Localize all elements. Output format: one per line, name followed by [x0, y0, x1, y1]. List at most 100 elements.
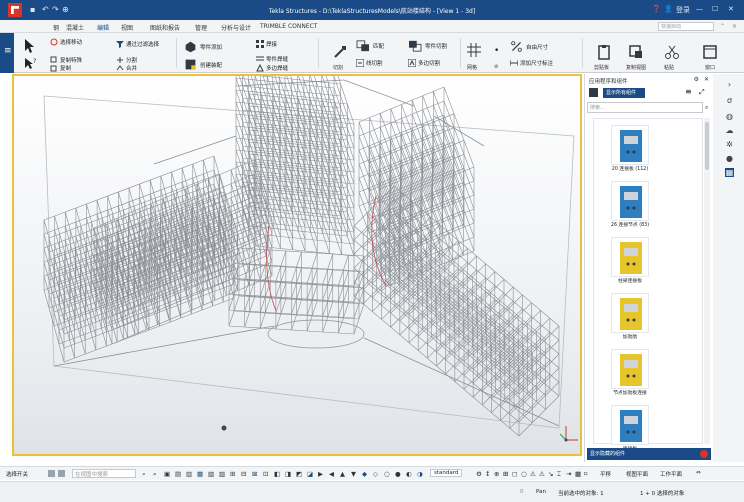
close-button[interactable]: ✕ — [728, 5, 734, 13]
snap-tool-toggle[interactable]: ⊞ — [503, 470, 508, 478]
tab-steel[interactable]: 钢 — [53, 23, 59, 32]
selection-filter-toggle[interactable]: ▨ — [219, 470, 225, 478]
snap-tool-toggle[interactable]: ⌑ — [584, 470, 587, 478]
selection-filter-toggle[interactable]: ◨ — [285, 470, 291, 478]
component-item[interactable]: 20 连接板 (112) — [598, 125, 662, 173]
tab-trimble-connect[interactable]: TRIMBLE CONNECT — [260, 23, 317, 30]
select-arrow-icon[interactable] — [22, 38, 38, 54]
selection-filter-toggle[interactable]: ⌕ — [153, 470, 157, 479]
snap-tool-toggle[interactable]: ⌶ — [557, 470, 561, 479]
sign-in-link[interactable]: 登录 — [676, 5, 690, 15]
show-all-components-button[interactable]: 显示所有组件 — [603, 88, 645, 98]
selection-filter-toggle[interactable]: ○ — [384, 470, 390, 478]
select-by-filter-button[interactable]: 通过过滤选择 — [116, 40, 159, 48]
selection-filter-toggle[interactable]: ▲ — [340, 470, 345, 478]
color-wheel-icon[interactable]: ● — [725, 154, 734, 163]
model-viewport-3d[interactable] — [12, 74, 582, 456]
ribbon-side-strip[interactable]: ≡ — [0, 33, 14, 73]
grid-icon[interactable] — [466, 42, 482, 58]
create-assembly-button[interactable]: 创建装配 — [184, 58, 222, 71]
selection-filter-toggle[interactable]: ▶ — [318, 470, 323, 478]
expand-icon[interactable]: ⤢ — [699, 88, 705, 97]
fit-button[interactable]: 匹配 — [356, 40, 384, 52]
filter-dropdown[interactable]: standard — [430, 469, 463, 477]
maximize-button[interactable]: ☐ — [712, 5, 718, 13]
steel-structure-model[interactable] — [14, 76, 580, 454]
search-icon[interactable]: ⌕ — [705, 104, 708, 112]
dim-lines-button[interactable]: 添加尺寸标注 — [510, 59, 553, 67]
copy-button[interactable]: 复制 — [50, 64, 71, 72]
split-button[interactable]: 分割 — [116, 56, 137, 64]
minimize-button[interactable]: — — [696, 5, 703, 13]
snap-tool-toggle[interactable]: ↘ — [548, 470, 553, 478]
panel-scrollbar[interactable] — [704, 118, 710, 444]
tab-view[interactable]: 视图 — [121, 23, 133, 32]
component-item[interactable]: 加劲肋 — [598, 293, 662, 341]
grid-view-icon[interactable] — [589, 88, 598, 97]
selection-filter-toggle[interactable]: ◩ — [296, 470, 302, 478]
steel-member[interactable] — [343, 79, 415, 107]
part-add-button[interactable]: 零件添加 — [184, 40, 222, 53]
pan-mode-button[interactable]: 平移 — [600, 470, 611, 478]
tab-manage[interactable]: 管理 — [195, 23, 207, 32]
part-weld-button[interactable]: 零件焊缝 — [256, 55, 288, 63]
scrollbar-thumb[interactable] — [705, 122, 709, 170]
selection-filter-toggle[interactable]: ◐ — [406, 470, 412, 478]
component-icon[interactable]: ◍ — [725, 112, 734, 121]
point-icon[interactable]: • — [494, 46, 499, 56]
selection-filter-toggle[interactable]: ◪ — [307, 470, 313, 478]
selection-filter-toggle[interactable]: ⊟ — [241, 470, 246, 478]
copy-special-button[interactable]: 复制特殊 — [50, 56, 82, 64]
component-item[interactable]: 连接板 — [598, 405, 662, 453]
selection-filter-toggle[interactable]: ◧ — [274, 470, 280, 478]
scissors-icon[interactable] — [664, 44, 680, 60]
selection-filter-toggle[interactable]: ⌕ — [142, 470, 146, 479]
ribbon-close-icon[interactable]: × — [732, 23, 737, 30]
list-view-icon[interactable]: ≡ — [685, 87, 692, 96]
tab-analysis-design[interactable]: 分析与设计 — [221, 23, 251, 32]
selection-filter-toggle[interactable]: ▦ — [197, 470, 203, 478]
select-help-icon[interactable]: ? — [22, 56, 38, 72]
copy-view-icon[interactable] — [628, 44, 644, 60]
ribbon-collapse-icon[interactable]: ⌃ — [720, 23, 725, 30]
selection-filter-toggle[interactable]: ● — [395, 470, 401, 478]
select-switch-label[interactable]: 选择开关 — [6, 470, 28, 478]
cloud-icon[interactable]: ☁ — [725, 126, 734, 135]
snap-tool-toggle[interactable]: ⇥ — [566, 470, 571, 478]
selection-filter-toggle[interactable]: ▣ — [164, 470, 170, 478]
selection-filter-toggle[interactable]: ◆ — [362, 470, 367, 478]
selection-filter-toggle[interactable]: ◑ — [417, 470, 423, 478]
snap-tool-toggle[interactable]: ◻ — [512, 470, 517, 478]
help-icon[interactable]: ❓ — [652, 5, 661, 13]
combine-button[interactable]: 合并 — [116, 64, 137, 72]
part-cut-button[interactable]: 零件切割 — [408, 40, 447, 52]
quick-launch-input[interactable]: 快速启动 — [658, 22, 714, 31]
measure-icon[interactable]: ⊘ — [494, 64, 498, 70]
snap-tool-toggle[interactable]: ▦ — [575, 470, 581, 478]
show-hidden-components-bar[interactable]: 显示隐藏的组件 — [587, 448, 711, 460]
selection-filter-toggle[interactable]: ◇ — [373, 470, 378, 478]
selection-filter-toggle[interactable]: ⊠ — [252, 470, 257, 478]
view-search-input[interactable]: 在视图中搜索 — [72, 469, 136, 478]
steel-member[interactable] — [53, 325, 275, 367]
snap-tool-toggle[interactable]: ○ — [521, 470, 527, 478]
window-icon[interactable] — [702, 44, 718, 60]
component-item[interactable]: 26 连接节点 (83) — [598, 181, 662, 229]
selection-filter-toggle[interactable]: ▼ — [351, 470, 356, 478]
select-mode-icon[interactable] — [58, 470, 65, 477]
selection-filter-toggle[interactable]: ▥ — [186, 470, 192, 478]
steel-member[interactable] — [153, 135, 237, 165]
component-search-input[interactable]: 搜索... — [587, 102, 703, 113]
weld-button[interactable]: 焊接 — [256, 40, 277, 48]
steel-member[interactable] — [334, 76, 355, 125]
properties-icon[interactable]: σ — [725, 96, 734, 105]
more-tools-icon[interactable]: ⇔ — [696, 470, 701, 476]
work-plane-dropdown[interactable]: 工作平面 — [660, 470, 682, 478]
selection-filter-toggle[interactable]: ▤ — [175, 470, 181, 478]
user-icon[interactable]: 👤 — [664, 5, 673, 13]
tab-drawings-reports[interactable]: 图纸和报告 — [150, 23, 180, 32]
applications-icon[interactable]: ▦ — [725, 168, 734, 177]
snap-tool-toggle[interactable]: ⚙ — [476, 470, 482, 478]
snap-tool-toggle[interactable]: ⚠ — [530, 470, 536, 478]
free-dim-button[interactable]: 自由尺寸 — [510, 40, 548, 53]
